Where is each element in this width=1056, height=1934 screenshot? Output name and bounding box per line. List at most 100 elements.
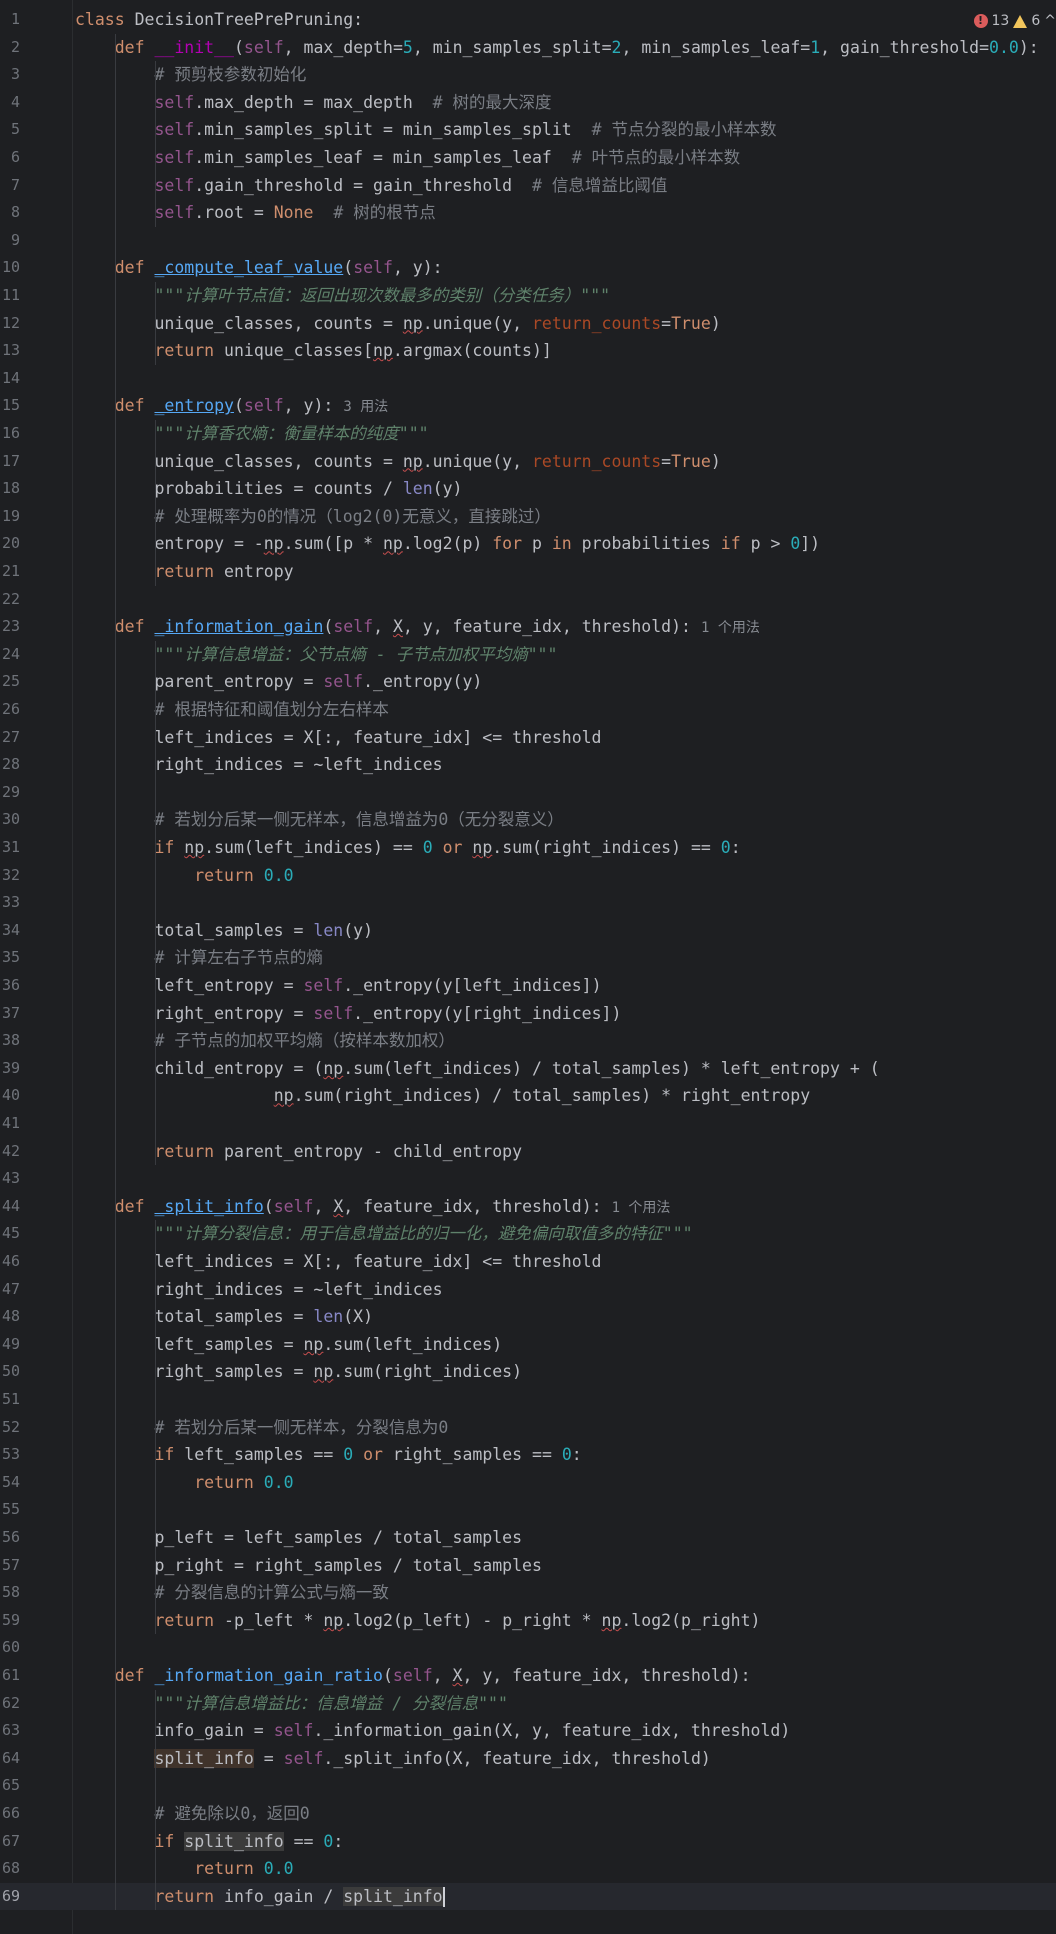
line-number[interactable]: 29 [0, 779, 20, 807]
code-line[interactable]: 48 total_samples = len(X) [0, 1303, 1056, 1331]
code-line[interactable]: 45 """计算分裂信息：用于信息增益比的归一化，避免偏向取值多的特征""" [0, 1220, 1056, 1248]
line-number[interactable]: 53 [0, 1441, 20, 1469]
code-line[interactable]: 54 return 0.0 [0, 1469, 1056, 1497]
code-line[interactable]: 6 self.min_samples_leaf = min_samples_le… [0, 144, 1056, 172]
line-number[interactable]: 11 [0, 282, 20, 310]
code-line[interactable]: 25 parent_entropy = self._entropy(y) [0, 668, 1056, 696]
line-number[interactable]: 3 [0, 61, 20, 89]
code-text[interactable]: entropy = -np.sum([p * np.log2(p) for p … [75, 530, 820, 558]
line-number[interactable]: 24 [0, 641, 20, 669]
code-line[interactable]: 47 right_indices = ~left_indices [0, 1276, 1056, 1304]
line-number[interactable]: 69 [0, 1883, 20, 1911]
line-number[interactable]: 2 [0, 34, 20, 62]
code-line[interactable]: 50 right_samples = np.sum(right_indices) [0, 1358, 1056, 1386]
code-text[interactable]: # 计算左右子节点的熵 [75, 944, 322, 972]
code-line[interactable]: 9 [0, 227, 1056, 255]
code-line[interactable]: 49 left_samples = np.sum(left_indices) [0, 1331, 1056, 1359]
line-number[interactable]: 36 [0, 972, 20, 1000]
code-line[interactable]: 36 left_entropy = self._entropy(y[left_i… [0, 972, 1056, 1000]
line-number[interactable]: 16 [0, 420, 20, 448]
code-text[interactable]: p_right = right_samples / total_samples [75, 1552, 541, 1580]
code-line[interactable]: 32 return 0.0 [0, 862, 1056, 890]
code-line[interactable]: 60 [0, 1634, 1056, 1662]
line-number[interactable]: 15 [0, 392, 20, 420]
code-text[interactable]: class DecisionTreePrePruning: [75, 6, 363, 34]
line-number[interactable]: 37 [0, 1000, 20, 1028]
line-number[interactable]: 20 [0, 530, 20, 558]
code-text[interactable]: self.root = None # 树的根节点 [75, 199, 435, 227]
code-text[interactable]: left_indices = X[:, feature_idx] <= thre… [75, 724, 601, 752]
code-line[interactable]: 68 return 0.0 [0, 1855, 1056, 1883]
code-text[interactable]: p_left = left_samples / total_samples [75, 1524, 522, 1552]
code-line[interactable]: 22 [0, 586, 1056, 614]
line-number[interactable]: 22 [0, 586, 20, 614]
code-text[interactable]: total_samples = len(X) [75, 1303, 373, 1331]
code-line[interactable]: 24 """计算信息增益：父节点熵 - 子节点加权平均熵""" [0, 641, 1056, 669]
code-text[interactable]: left_entropy = self._entropy(y[left_indi… [75, 972, 601, 1000]
code-line[interactable]: 55 [0, 1496, 1056, 1524]
code-line[interactable]: 57 p_right = right_samples / total_sampl… [0, 1552, 1056, 1580]
code-line[interactable]: 59 return -p_left * np.log2(p_left) - p_… [0, 1607, 1056, 1635]
code-text[interactable]: child_entropy = (np.sum(left_indices) / … [75, 1055, 879, 1083]
code-text[interactable]: # 处理概率为0的情况（log2(0)无意义，直接跳过） [75, 503, 550, 531]
code-text[interactable]: def _entropy(self, y): 3 用法 [75, 392, 388, 422]
line-number[interactable]: 45 [0, 1220, 20, 1248]
line-number[interactable]: 59 [0, 1607, 20, 1635]
code-line[interactable]: 43 [0, 1165, 1056, 1193]
line-number[interactable]: 14 [0, 365, 20, 393]
line-number[interactable]: 18 [0, 475, 20, 503]
code-line[interactable]: 53 if left_samples == 0 or right_samples… [0, 1441, 1056, 1469]
code-line[interactable]: 52 # 若划分后某一侧无样本，分裂信息为0 [0, 1414, 1056, 1442]
code-text[interactable]: np.sum(right_indices) / total_samples) *… [75, 1082, 810, 1110]
line-number[interactable]: 33 [0, 889, 20, 917]
code-line[interactable]: 69 return info_gain / split_info [0, 1882, 1056, 1911]
code-line[interactable]: 37 right_entropy = self._entropy(y[right… [0, 1000, 1056, 1028]
code-text[interactable]: info_gain = self._information_gain(X, y,… [75, 1717, 790, 1745]
code-line[interactable]: 56 p_left = left_samples / total_samples [0, 1524, 1056, 1552]
code-text[interactable]: def _compute_leaf_value(self, y): [75, 254, 443, 282]
code-line[interactable]: 65 [0, 1772, 1056, 1800]
line-number[interactable]: 31 [0, 834, 20, 862]
line-number[interactable]: 52 [0, 1414, 20, 1442]
line-number[interactable]: 4 [0, 89, 20, 117]
code-text[interactable]: # 分裂信息的计算公式与熵一致 [75, 1579, 388, 1607]
code-text[interactable]: """计算信息增益：父节点熵 - 子节点加权平均熵""" [75, 641, 557, 669]
code-line[interactable]: 19 # 处理概率为0的情况（log2(0)无意义，直接跳过） [0, 503, 1056, 531]
code-text[interactable]: unique_classes, counts = np.unique(y, re… [75, 310, 720, 338]
line-number[interactable]: 47 [0, 1276, 20, 1304]
line-number[interactable]: 58 [0, 1579, 20, 1607]
code-line[interactable]: 41 [0, 1110, 1056, 1138]
line-number[interactable]: 46 [0, 1248, 20, 1276]
line-number[interactable]: 61 [0, 1662, 20, 1690]
line-number[interactable]: 40 [0, 1082, 20, 1110]
code-text[interactable]: right_indices = ~left_indices [75, 1276, 442, 1304]
line-number[interactable]: 32 [0, 862, 20, 890]
line-number[interactable]: 67 [0, 1828, 20, 1856]
code-line[interactable]: 16 """计算香农熵：衡量样本的纯度""" [0, 420, 1056, 448]
code-text[interactable]: return parent_entropy - child_entropy [75, 1138, 522, 1166]
code-text[interactable]: return entropy [75, 558, 293, 586]
code-line[interactable]: 3 # 预剪枝参数初始化 [0, 61, 1056, 89]
line-number[interactable]: 6 [0, 144, 20, 172]
line-number[interactable]: 48 [0, 1303, 20, 1331]
line-number[interactable]: 66 [0, 1800, 20, 1828]
code-line[interactable]: 27 left_indices = X[:, feature_idx] <= t… [0, 724, 1056, 752]
chevron-up-icon[interactable]: ^ [1044, 13, 1056, 29]
code-text[interactable]: return 0.0 [75, 1469, 293, 1497]
code-line[interactable]: 21 return entropy [0, 558, 1056, 586]
code-line[interactable]: 35 # 计算左右子节点的熵 [0, 944, 1056, 972]
code-line[interactable]: 23 def _information_gain(self, X, y, fea… [0, 613, 1056, 641]
code-text[interactable]: # 避免除以0，返回0 [75, 1800, 309, 1828]
line-number[interactable]: 68 [0, 1855, 20, 1883]
code-text[interactable]: right_entropy = self._entropy(y[right_in… [75, 1000, 621, 1028]
code-line[interactable]: 33 [0, 889, 1056, 917]
code-text[interactable]: return -p_left * np.log2(p_left) - p_rig… [75, 1607, 760, 1635]
line-number[interactable]: 26 [0, 696, 20, 724]
line-number[interactable]: 8 [0, 199, 20, 227]
line-number[interactable]: 43 [0, 1165, 20, 1193]
code-text[interactable]: # 根据特征和阈值划分左右样本 [75, 696, 388, 724]
code-line[interactable]: 31 if np.sum(left_indices) == 0 or np.su… [0, 834, 1056, 862]
line-number[interactable]: 25 [0, 668, 20, 696]
code-line[interactable]: 40 np.sum(right_indices) / total_samples… [0, 1082, 1056, 1110]
code-line[interactable]: 12 unique_classes, counts = np.unique(y,… [0, 310, 1056, 338]
